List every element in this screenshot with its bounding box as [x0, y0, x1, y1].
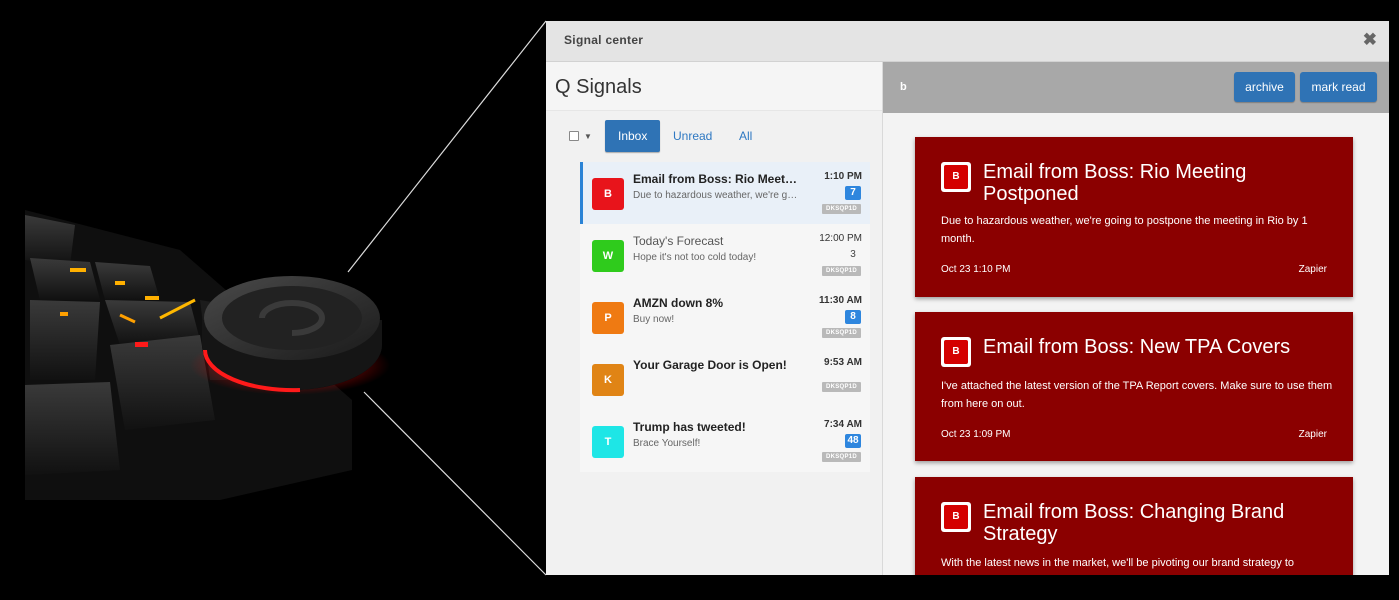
item-title: Email from Boss: Rio Meeting Postponed: [633, 172, 798, 186]
card-body: Due to hazardous weather, we're going to…: [941, 215, 1308, 245]
item-subtitle: Buy now!: [633, 314, 675, 325]
count-badge: 8: [845, 310, 861, 324]
avatar: K: [592, 364, 624, 396]
boss-icon: B: [941, 337, 971, 367]
avatar: W: [592, 240, 624, 272]
item-time: 12:00 PM: [819, 233, 862, 244]
tab-inbox[interactable]: Inbox: [605, 120, 661, 152]
card-body: I've attached the latest version of the …: [941, 380, 1333, 410]
boss-icon: B: [941, 162, 971, 192]
item-time: 7:34 AM: [824, 419, 862, 430]
signal-center-window: Signal center ✖ Q Signals ▼ Inbox Unread…: [546, 21, 1389, 575]
avatar: P: [592, 302, 624, 334]
signal-card: B Email from Boss: Rio Meeting Postponed…: [915, 137, 1353, 297]
item-subtitle: Brace Yourself!: [633, 438, 701, 449]
item-time: 9:53 AM: [824, 357, 862, 368]
item-time: 11:30 AM: [819, 295, 862, 306]
device-tag: DKSQP1D: [822, 452, 861, 462]
device-tag: DKSQP1D: [822, 266, 861, 276]
signals-pane: Q Signals ▼ Inbox Unread All B Email fro…: [546, 62, 882, 575]
window-title: Signal center: [564, 33, 644, 47]
card-initial: B: [944, 165, 968, 189]
card-initial: B: [944, 340, 968, 364]
signal-detail-pane: b archive mark read B Email from Boss: R…: [882, 62, 1389, 575]
item-subtitle: Due to hazardous weather, we're going to…: [633, 190, 798, 201]
card-date: Oct 23 1:10 PM: [941, 264, 1011, 275]
signals-header: Q Signals: [546, 62, 882, 111]
select-all-checkbox[interactable]: [569, 131, 579, 141]
device-tag: DKSQP1D: [822, 204, 861, 214]
card-source: Zapier: [1298, 429, 1327, 440]
card-title: Email from Boss: Changing Brand Strategy: [983, 501, 1285, 545]
count-badge: 48: [845, 434, 861, 448]
archive-button[interactable]: archive: [1234, 72, 1295, 102]
list-item[interactable]: W Today's Forecast Hope it's not too col…: [580, 224, 870, 286]
count-badge: 7: [845, 186, 861, 200]
card-title: Email from Boss: New TPA Covers: [983, 336, 1291, 358]
device-tag: DKSQP1D: [822, 382, 861, 392]
avatar: B: [592, 178, 624, 210]
detail-header-label: b: [900, 81, 907, 93]
item-subtitle: Hope it's not too cold today!: [633, 252, 757, 263]
avatar: T: [592, 426, 624, 458]
device-tag: DKSQP1D: [822, 328, 861, 338]
card-title: Email from Boss: Rio Meeting Postponed: [983, 161, 1247, 205]
card-source: Zapier: [1298, 264, 1327, 275]
list-item[interactable]: T Trump has tweeted! Brace Yourself! 7:3…: [580, 410, 870, 472]
list-item[interactable]: K Your Garage Door is Open! 9:53 AM DKSQ…: [580, 348, 870, 410]
item-time: 1:10 PM: [824, 171, 862, 182]
count-badge: 3: [850, 249, 856, 260]
item-title: AMZN down 8%: [633, 296, 723, 310]
tab-all[interactable]: All: [739, 120, 752, 152]
list-item[interactable]: B Email from Boss: Rio Meeting Postponed…: [580, 162, 870, 224]
signals-heading: Q Signals: [555, 76, 642, 98]
item-title: Trump has tweeted!: [633, 420, 746, 434]
window-titlebar: Signal center ✖: [546, 21, 1389, 62]
chevron-down-icon[interactable]: ▼: [584, 132, 592, 141]
item-title: Your Garage Door is Open!: [633, 358, 787, 372]
boss-icon: B: [941, 502, 971, 532]
signal-card: B Email from Boss: Changing Brand Strate…: [915, 477, 1353, 575]
item-title: Today's Forecast: [633, 234, 724, 248]
mark-read-button[interactable]: mark read: [1300, 72, 1377, 102]
tab-unread[interactable]: Unread: [673, 120, 712, 152]
signal-card: B Email from Boss: New TPA Covers I've a…: [915, 312, 1353, 461]
card-date: Oct 23 1:09 PM: [941, 429, 1011, 440]
close-icon[interactable]: ✖: [1363, 30, 1377, 50]
signal-list: B Email from Boss: Rio Meeting Postponed…: [580, 162, 870, 472]
card-initial: B: [944, 505, 968, 529]
card-body: With the latest news in the market, we'l…: [941, 557, 1295, 569]
signals-toolbar: ▼ Inbox Unread All: [546, 112, 882, 160]
list-item[interactable]: P AMZN down 8% Buy now! 11:30 AM 8 DKSQP…: [580, 286, 870, 348]
detail-header: b archive mark read: [883, 62, 1389, 113]
